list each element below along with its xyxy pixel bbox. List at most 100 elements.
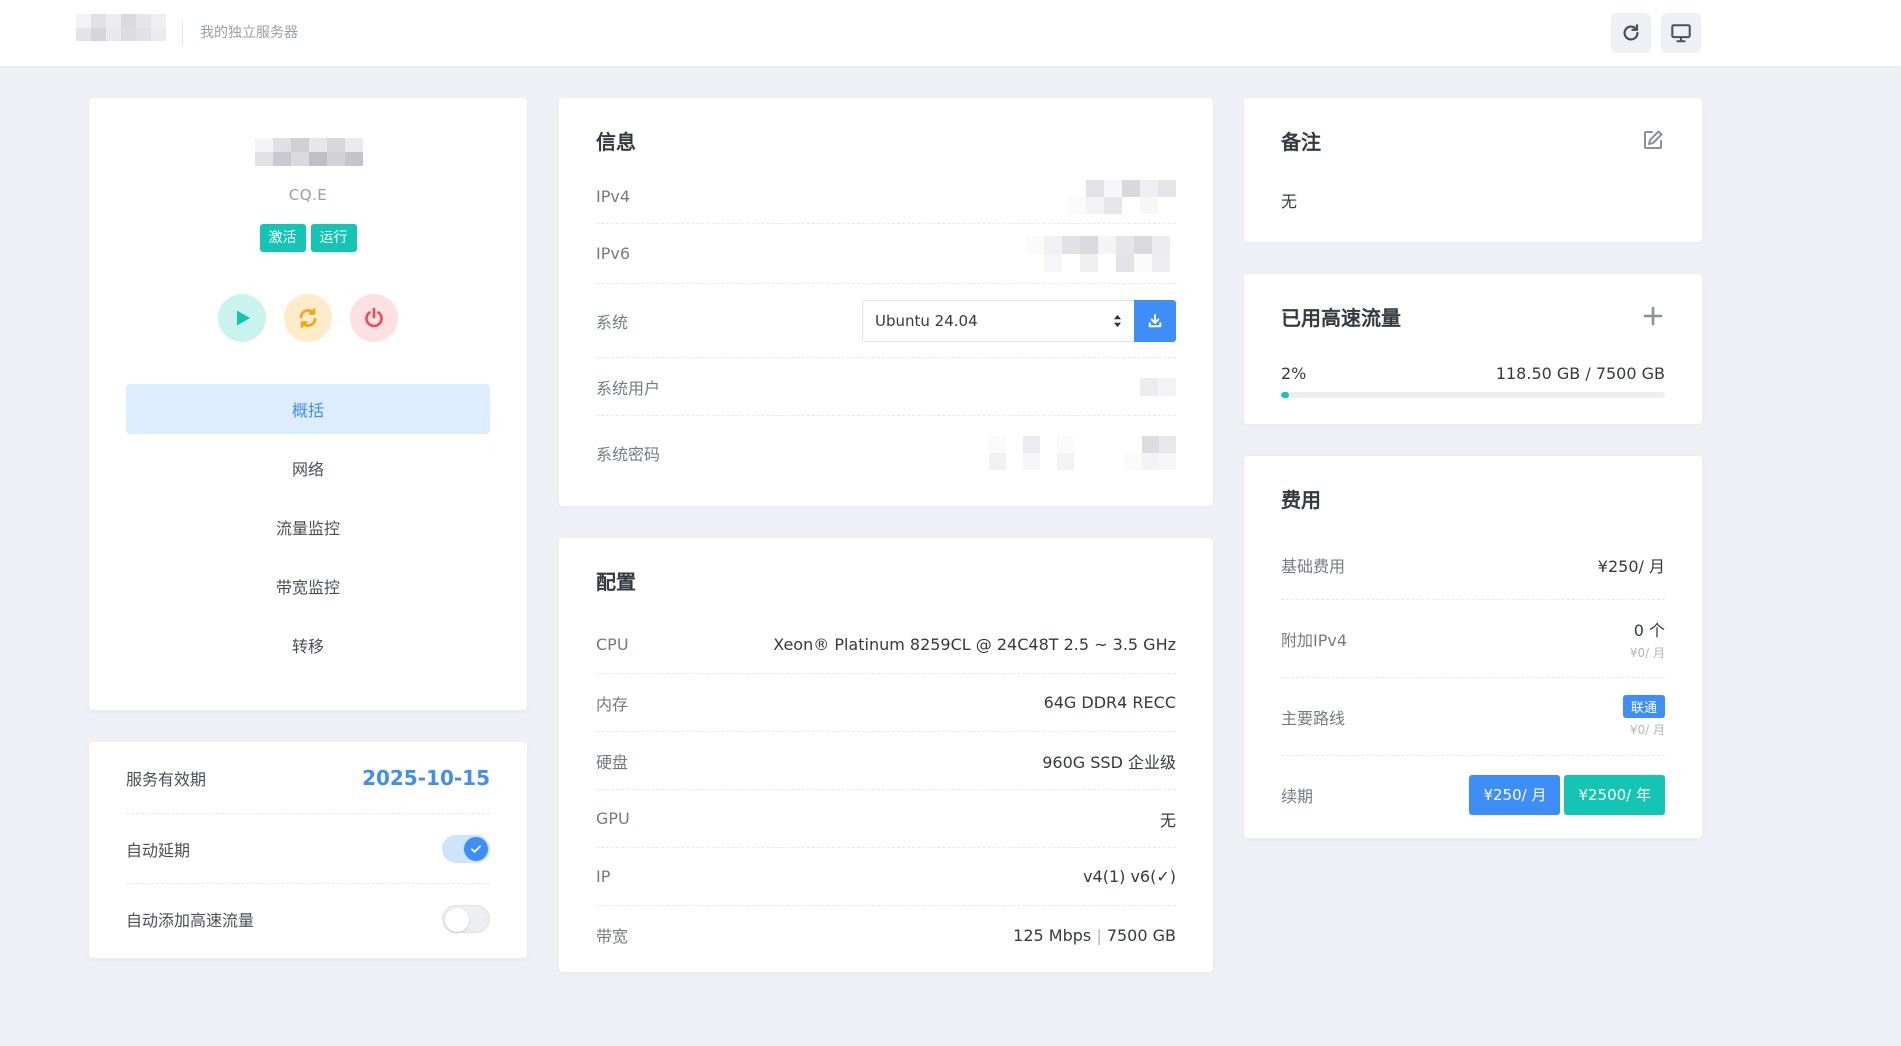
config-label: GPU (596, 809, 630, 828)
os-row: 系统 Ubuntu 24.04 (596, 284, 1176, 358)
os-select[interactable]: Ubuntu 24.04 (862, 299, 1134, 342)
download-icon (1148, 313, 1162, 327)
traffic-card: 已用高速流量 2% 118.50 GB / 7500 GB (1244, 274, 1702, 424)
server-id: CQ.E (288, 186, 328, 204)
config-label: 硬盘 (596, 752, 629, 772)
auto-extend-toggle[interactable] (442, 834, 490, 863)
auto-traffic-toggle[interactable] (442, 905, 490, 933)
config-value: 64G DDR4 RECC (1043, 693, 1176, 712)
plus-icon[interactable] (1641, 304, 1665, 328)
header-divider (182, 20, 183, 46)
renew-label: 续期 (1281, 787, 1314, 806)
config-row: 内存 64G DDR4 RECC (596, 674, 1176, 732)
system-user-redacted (1140, 377, 1176, 396)
bandwidth-value: 125 Mbps | 7500 GB (1013, 926, 1176, 945)
expiry-date: 2025-10-15 (362, 765, 490, 790)
config-label: 内存 (596, 694, 629, 714)
expiry-label: 服务有效期 (126, 769, 207, 789)
shutdown-button[interactable] (350, 294, 398, 342)
play-icon (237, 310, 250, 326)
ipv6-row: IPv6 (596, 224, 1176, 284)
extra-ipv4-label: 附加IPv4 (1281, 630, 1348, 650)
bandwidth-speed: 125 Mbps (1013, 925, 1092, 945)
auto-traffic-label: 自动添加高速流量 (126, 911, 255, 930)
extra-ipv4-count: 0 个 (1633, 620, 1665, 640)
renew-row: 续期 ¥250/ 月 ¥2500/ 年 (1281, 756, 1665, 834)
restart-icon (299, 308, 317, 328)
info-title: 信息 (596, 130, 636, 154)
notes-card: 备注 无 (1244, 98, 1702, 242)
check-icon (471, 845, 481, 853)
config-card: 配置 CPU Xeon® Platinum 8259CL @ 24C48T 2.… (559, 538, 1213, 972)
info-card: 信息 IPv4 IPv6 系统 Ubuntu 24.04 系统用户 系统密码 (559, 98, 1213, 506)
extra-ipv4-row: 附加IPv4 0 个 ¥0/ 月 (1281, 600, 1665, 678)
os-selector: Ubuntu 24.04 (862, 299, 1176, 342)
auto-extend-label: 自动延期 (126, 840, 191, 860)
start-button[interactable] (218, 294, 266, 342)
server-nav: 概括 网络 流量监控 带宽监控 转移 (126, 384, 490, 679)
config-value: Xeon® Platinum 8259CL @ 24C48T 2.5 ~ 3.5… (773, 635, 1176, 654)
base-fee-value: ¥250/ 月 (1597, 556, 1665, 576)
base-fee-row: 基础费用 ¥250/ 月 (1281, 530, 1665, 600)
expiry-row: 服务有效期 2025-10-15 (126, 742, 490, 814)
nav-traffic-monitor[interactable]: 流量监控 (126, 502, 490, 552)
renew-yearly-button[interactable]: ¥2500/ 年 (1564, 775, 1665, 815)
ipv6-label: IPv6 (596, 244, 631, 263)
ipv4-row: IPv4 (596, 170, 1176, 224)
nav-network[interactable]: 网络 (126, 443, 490, 493)
nav-bandwidth-monitor[interactable]: 带宽监控 (126, 561, 490, 611)
nav-overview[interactable]: 概括 (126, 384, 490, 434)
system-password-label: 系统密码 (596, 445, 661, 464)
monitor-button[interactable] (1661, 13, 1701, 53)
bandwidth-row: 带宽 125 Mbps | 7500 GB (596, 906, 1176, 964)
status-badge-running: 运行 (310, 224, 357, 252)
status-badges: 激活 运行 (89, 224, 527, 252)
route-tag: 联通 (1622, 695, 1665, 718)
status-badge-active: 激活 (259, 224, 306, 252)
nav-transfer[interactable]: 转移 (126, 620, 490, 670)
sort-caret-icon (1114, 314, 1121, 327)
main-route-label: 主要路线 (1281, 708, 1346, 728)
system-user-label: 系统用户 (596, 378, 661, 398)
extra-ipv4-price: ¥0/ 月 (1629, 645, 1665, 660)
config-value: 960G SSD 企业级 (1042, 752, 1176, 772)
traffic-progress-fill (1281, 392, 1289, 398)
fees-title: 费用 (1281, 488, 1321, 512)
config-row: IP v4(1) v6(✓) (596, 848, 1176, 906)
system-user-row: 系统用户 (596, 358, 1176, 416)
traffic-percent: 2% (1281, 364, 1307, 383)
bandwidth-separator: | (1096, 925, 1102, 945)
system-password-redacted (989, 436, 1176, 470)
ipv4-label: IPv4 (596, 187, 631, 206)
traffic-usage-row: 2% 118.50 GB / 7500 GB (1281, 364, 1665, 383)
config-row: CPU Xeon® Platinum 8259CL @ 24C48T 2.5 ~… (596, 616, 1176, 674)
ipv4-value-redacted (1068, 179, 1176, 214)
top-header: 我的独立服务器 (0, 0, 1901, 66)
power-controls (89, 294, 527, 342)
config-row: GPU 无 (596, 790, 1176, 848)
renew-monthly-button[interactable]: ¥250/ 月 (1469, 775, 1561, 815)
site-logo[interactable] (76, 14, 166, 41)
notes-title: 备注 (1281, 130, 1321, 154)
restart-button[interactable] (284, 294, 332, 342)
traffic-usage: 118.50 GB / 7500 GB (1495, 364, 1665, 383)
system-password-row: 系统密码 (596, 416, 1176, 490)
power-icon (365, 307, 383, 328)
os-select-value: Ubuntu 24.04 (875, 311, 978, 330)
bandwidth-label: 带宽 (596, 927, 629, 946)
main-route-row: 主要路线 联通 ¥0/ 月 (1281, 678, 1665, 756)
config-title: 配置 (596, 570, 636, 594)
bandwidth-traffic: 7500 GB (1106, 925, 1176, 945)
refresh-button[interactable] (1611, 13, 1651, 53)
install-os-button[interactable] (1134, 299, 1176, 342)
fees-card: 费用 基础费用 ¥250/ 月 附加IPv4 0 个 ¥0/ 月 主要路线 联通… (1244, 456, 1702, 838)
service-validity-card: 服务有效期 2025-10-15 自动延期 自动添加高速流量 (89, 742, 527, 958)
server-name-redacted (255, 138, 363, 166)
auto-traffic-row: 自动添加高速流量 (126, 884, 490, 954)
edit-icon[interactable] (1641, 128, 1665, 152)
os-label: 系统 (596, 312, 629, 332)
config-value: 无 (1159, 810, 1176, 830)
notes-value: 无 (1281, 192, 1298, 211)
config-value: v4(1) v6(✓) (1083, 867, 1176, 886)
config-label: CPU (596, 635, 629, 654)
